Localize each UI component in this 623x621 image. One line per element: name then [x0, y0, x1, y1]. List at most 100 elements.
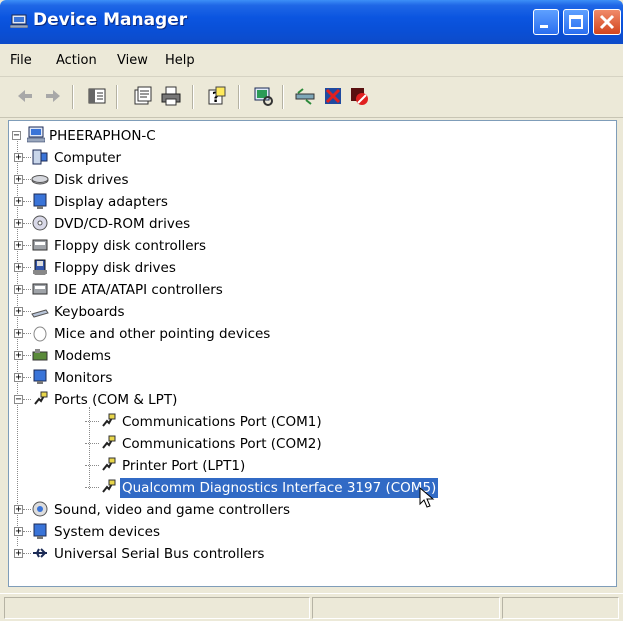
tree-node-label: System devices [54, 524, 161, 540]
toolbar-separator [282, 85, 284, 109]
collapse-toggle[interactable]: − [14, 395, 23, 405]
ide-controller-icon [32, 283, 48, 295]
forward-arrow-icon[interactable] [42, 85, 64, 107]
device-manager-window: Device Manager File Action View Help ? −… [0, 0, 623, 621]
expand-toggle[interactable]: + [14, 351, 23, 361]
tree-guide-line [23, 179, 31, 181]
tree-guide-line [23, 311, 31, 313]
floppy-controller-icon [32, 239, 48, 251]
tree-guide-line [23, 333, 31, 335]
port-icon [102, 413, 116, 427]
port-icon [34, 391, 48, 405]
computer-icon [32, 149, 48, 165]
system-devices-icon [33, 523, 47, 539]
uninstall-icon[interactable] [322, 85, 344, 107]
window-title: Device Manager [33, 10, 188, 30]
mouse-icon [33, 326, 47, 342]
usb-icon [33, 548, 47, 558]
tree-node-label: Disk drives [54, 172, 129, 188]
expand-toggle[interactable]: + [14, 219, 23, 229]
toolbar-separator [192, 85, 194, 109]
help-icon[interactable]: ? [206, 85, 228, 107]
update-driver-icon[interactable] [294, 85, 316, 107]
tree-guide-line [85, 487, 99, 489]
sound-icon [32, 501, 48, 517]
tree-guide-line [23, 399, 31, 401]
expand-toggle[interactable]: + [14, 505, 23, 515]
expand-toggle[interactable]: + [14, 241, 23, 251]
tree-guide-line [23, 201, 31, 203]
tree-guide-line [23, 531, 31, 533]
tree-node-label: Ports (COM & LPT) [54, 392, 178, 408]
device-manager-app-icon [10, 14, 28, 28]
tree-guide-line [85, 421, 99, 423]
tree-node-label: Modems [54, 348, 111, 364]
expand-toggle[interactable]: + [14, 549, 23, 559]
toolbar-separator [72, 85, 74, 109]
tree-guide-line [85, 465, 99, 467]
scan-hardware-icon[interactable] [252, 85, 274, 107]
cdrom-icon [32, 215, 48, 231]
tree-guide-line [23, 223, 31, 225]
status-cell-secondary [312, 597, 500, 619]
port-icon [102, 435, 116, 449]
tree-node-label: Mice and other pointing devices [54, 326, 271, 342]
status-bar [0, 593, 623, 621]
modem-icon [32, 349, 48, 361]
status-cell-main [4, 597, 310, 619]
tree-guide-line [23, 157, 31, 159]
menu-action[interactable]: Action [56, 53, 97, 68]
expand-toggle[interactable]: + [14, 307, 23, 317]
title-bar[interactable]: Device Manager [0, 0, 623, 44]
disable-icon[interactable] [348, 85, 370, 107]
expand-toggle[interactable]: + [14, 175, 23, 185]
print-icon[interactable] [160, 85, 182, 107]
monitor-icon [33, 369, 47, 384]
computer-root-icon [27, 126, 45, 143]
expand-toggle[interactable]: + [14, 153, 23, 163]
expand-toggle[interactable]: + [14, 263, 23, 273]
menu-help[interactable]: Help [165, 53, 195, 68]
tree-guide-line [23, 289, 31, 291]
tree-guide-line [23, 509, 31, 511]
expand-toggle[interactable]: + [14, 197, 23, 207]
device-tree-pane[interactable]: − PHEERAPHON-C + Computer + Disk drives + Dis… [8, 120, 617, 587]
close-button[interactable] [593, 9, 621, 35]
tree-guide-line [23, 377, 31, 379]
back-arrow-icon[interactable] [14, 85, 36, 107]
tree-node-label: Universal Serial Bus controllers [54, 546, 265, 562]
tree-guide-line [23, 553, 31, 555]
tree-node-label: Monitors [54, 370, 113, 386]
maximize-button[interactable] [563, 9, 589, 35]
toolbar-separator [116, 85, 118, 109]
tree-guide-line [23, 355, 31, 357]
tree-node-label: Printer Port (LPT1) [122, 458, 246, 474]
tree-node-label: Floppy disk drives [54, 260, 176, 276]
expand-toggle[interactable]: + [14, 285, 23, 295]
menu-bar: File Action View Help [0, 44, 623, 77]
collapse-toggle[interactable]: − [12, 131, 21, 141]
keyboard-icon [31, 309, 49, 318]
minimize-button[interactable] [533, 9, 559, 35]
floppy-drive-icon [33, 259, 47, 275]
properties-icon[interactable] [132, 85, 154, 107]
tree-node-label: Computer [54, 150, 122, 166]
tree-node-label: Communications Port (COM1) [122, 414, 322, 430]
port-icon [102, 457, 116, 471]
toolbar-separator [238, 85, 240, 109]
status-cell-tertiary [502, 597, 619, 619]
tree-node-label: DVD/CD-ROM drives [54, 216, 191, 232]
tree-node-label: IDE ATA/ATAPI controllers [54, 282, 223, 298]
tree-node-label: Communications Port (COM2) [122, 436, 322, 452]
menu-file[interactable]: File [10, 53, 32, 68]
close-icon [599, 14, 615, 30]
expand-toggle[interactable]: + [14, 329, 23, 339]
tree-node-label: Keyboards [54, 304, 125, 320]
maximize-icon [569, 15, 583, 29]
expand-toggle[interactable]: + [14, 373, 23, 383]
show-hide-tree-icon[interactable] [86, 85, 108, 107]
minimize-icon [540, 25, 548, 28]
expand-toggle[interactable]: + [14, 527, 23, 537]
tree-node-label: Qualcomm Diagnostics Interface 3197 (COM… [118, 477, 440, 499]
menu-view[interactable]: View [117, 53, 148, 68]
